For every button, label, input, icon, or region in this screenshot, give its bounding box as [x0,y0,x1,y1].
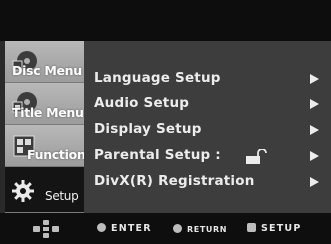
right-arrow-icon [310,177,319,187]
return-hint: RETURN [173,224,227,236]
right-arrow-icon [310,125,319,135]
setup-hint: SETUP [247,223,302,235]
sidebar-item-label: Disc Menu [12,63,82,78]
help-bar: ENTER RETURN SETUP [0,213,331,244]
sidebar-item-disc-menu[interactable]: Disc Menu [5,41,84,83]
menu-item-label: DivX(R) Registration [94,173,255,189]
setup-button-icon [247,223,256,232]
menu-item-audio-setup[interactable]: Audio Setup [94,93,319,115]
setup-menu: Language Setup Audio Setup Display Setup… [84,41,331,213]
menu-item-language-setup[interactable]: Language Setup [94,68,319,90]
menu-item-label: Display Setup [94,121,202,137]
enter-hint: ENTER [97,223,152,235]
right-arrow-icon [310,151,319,161]
sidebar-item-label: Title Menu [12,105,84,120]
sidebar-item-function[interactable]: Function [5,125,84,167]
menu-item-divx-registration[interactable]: DivX(R) Registration [94,171,319,193]
dpad-icon [33,220,59,238]
sidebar: Disc Menu Title Menu Function Setup [5,41,84,213]
setup-label: SETUP [261,223,302,234]
sidebar-item-label: Setup [45,189,79,203]
right-arrow-icon [310,74,319,84]
dvd-setup-screen: Disc Menu Title Menu Function Setup Lang… [0,0,331,244]
unlock-icon [246,149,267,164]
right-arrow-icon [310,99,319,109]
gear-icon [12,180,34,202]
enter-label: ENTER [111,223,152,234]
menu-item-label: Audio Setup [94,95,190,111]
sidebar-item-label: Function [27,147,84,162]
menu-item-display-setup[interactable]: Display Setup [94,119,319,141]
menu-item-parental-setup[interactable]: Parental Setup : [94,145,319,167]
return-label: RETURN [187,225,228,234]
sidebar-item-title-menu[interactable]: Title Menu [5,83,84,125]
menu-item-label: Parental Setup : [94,147,221,163]
top-bar [0,0,331,41]
sidebar-item-setup[interactable]: Setup [5,167,84,213]
menu-item-label: Language Setup [94,70,221,86]
enter-button-icon [97,223,106,232]
return-button-icon [173,224,182,233]
